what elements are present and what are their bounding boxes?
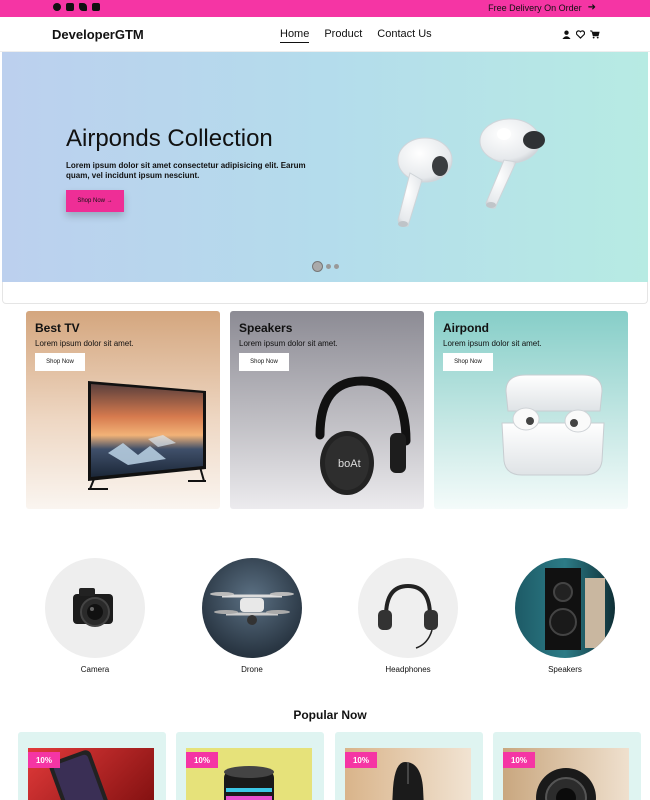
drone-image	[202, 558, 302, 658]
headphones-image	[358, 558, 458, 658]
discount-badge: 10%	[503, 752, 535, 768]
nav-product[interactable]: Product	[324, 28, 362, 43]
twitter-icon[interactable]	[79, 3, 87, 11]
user-icon[interactable]	[562, 30, 571, 39]
card-shop-now-button[interactable]: Shop Now	[443, 353, 493, 371]
instagram-icon[interactable]	[92, 3, 100, 11]
heart-icon[interactable]	[576, 30, 585, 39]
free-delivery-link[interactable]: Free Delivery On Order ➜	[488, 2, 596, 13]
category-label: Headphones	[385, 665, 431, 674]
discount-badge: 10%	[186, 752, 218, 768]
product-card[interactable]: 10%	[493, 732, 641, 800]
airpods-image	[397, 118, 545, 227]
card-text: Lorem ipsum dolor sit amet.	[239, 339, 338, 348]
nav-icons	[562, 30, 600, 39]
category-label: Drone	[241, 665, 263, 674]
nav-contact-us[interactable]: Contact Us	[377, 28, 431, 43]
tv-image	[88, 381, 206, 490]
product-card[interactable]: 10%	[176, 732, 324, 800]
carousel-dot-2[interactable]	[326, 264, 331, 269]
card-shop-now-button[interactable]: Shop Now	[239, 353, 289, 371]
social-links	[53, 3, 100, 11]
svg-text:boAt: boAt	[338, 458, 361, 470]
hero-frame	[2, 282, 648, 304]
card-title: Airpond	[443, 321, 489, 335]
card-title: Best TV	[35, 321, 80, 335]
category-drone[interactable]: Drone	[201, 558, 303, 674]
popular-heading: Popular Now	[293, 708, 367, 722]
category-card-speakers[interactable]: Speakers Lorem ipsum dolor sit amet. Sho…	[230, 311, 424, 509]
discount-badge: 10%	[28, 752, 60, 768]
promo-text: Free Delivery On Order	[488, 2, 582, 13]
camera-image	[45, 558, 145, 658]
cart-icon[interactable]	[590, 30, 600, 39]
carousel-dot-1[interactable]	[312, 261, 323, 272]
discount-badge: 10%	[345, 752, 377, 768]
category-card-airpond[interactable]: Airpond Lorem ipsum dolor sit amet. Shop…	[434, 311, 628, 509]
card-shop-now-button[interactable]: Shop Now	[35, 353, 85, 371]
facebook-icon[interactable]	[53, 3, 61, 11]
arrow-right-icon: ➜	[587, 2, 596, 13]
category-label: Camera	[80, 665, 110, 674]
nav-home[interactable]: Home	[280, 28, 310, 43]
category-headphones[interactable]: Headphones	[357, 558, 459, 674]
top-promo-bar: Free Delivery On Order ➜	[0, 0, 650, 17]
airpods-case-image	[501, 374, 605, 476]
card-text: Lorem ipsum dolor sit amet.	[35, 339, 134, 348]
card-title: Speakers	[239, 321, 293, 335]
category-card-best-tv[interactable]: Best TV Lorem ipsum dolor sit amet. Shop…	[26, 311, 220, 509]
card-text: Lorem ipsum dolor sit amet.	[443, 339, 542, 348]
category-label: Speakers	[548, 665, 582, 674]
speaker-image	[515, 558, 615, 658]
main-menu: Home Product Contact Us	[280, 28, 432, 43]
hero-title: Airponds Collection	[66, 125, 273, 152]
navbar: DeveloperGTM Home Product Contact Us	[0, 17, 650, 52]
hero-text: Lorem ipsum dolor sit amet consectetur a…	[66, 161, 306, 180]
hero-banner: Airponds Collection Lorem ipsum dolor si…	[2, 52, 648, 282]
youtube-icon[interactable]	[66, 3, 74, 11]
hero-shop-now-button[interactable]: Shop Now →	[66, 190, 124, 212]
product-card[interactable]: 10%	[335, 732, 483, 800]
carousel-dot-3[interactable]	[334, 264, 339, 269]
category-camera[interactable]: Camera	[44, 558, 146, 674]
product-card[interactable]: 10%	[18, 732, 166, 800]
logo[interactable]: DeveloperGTM	[52, 27, 144, 42]
carousel-indicators	[312, 261, 339, 272]
headphones-image: boAt	[315, 376, 411, 495]
category-speakers[interactable]: Speakers	[514, 558, 616, 674]
